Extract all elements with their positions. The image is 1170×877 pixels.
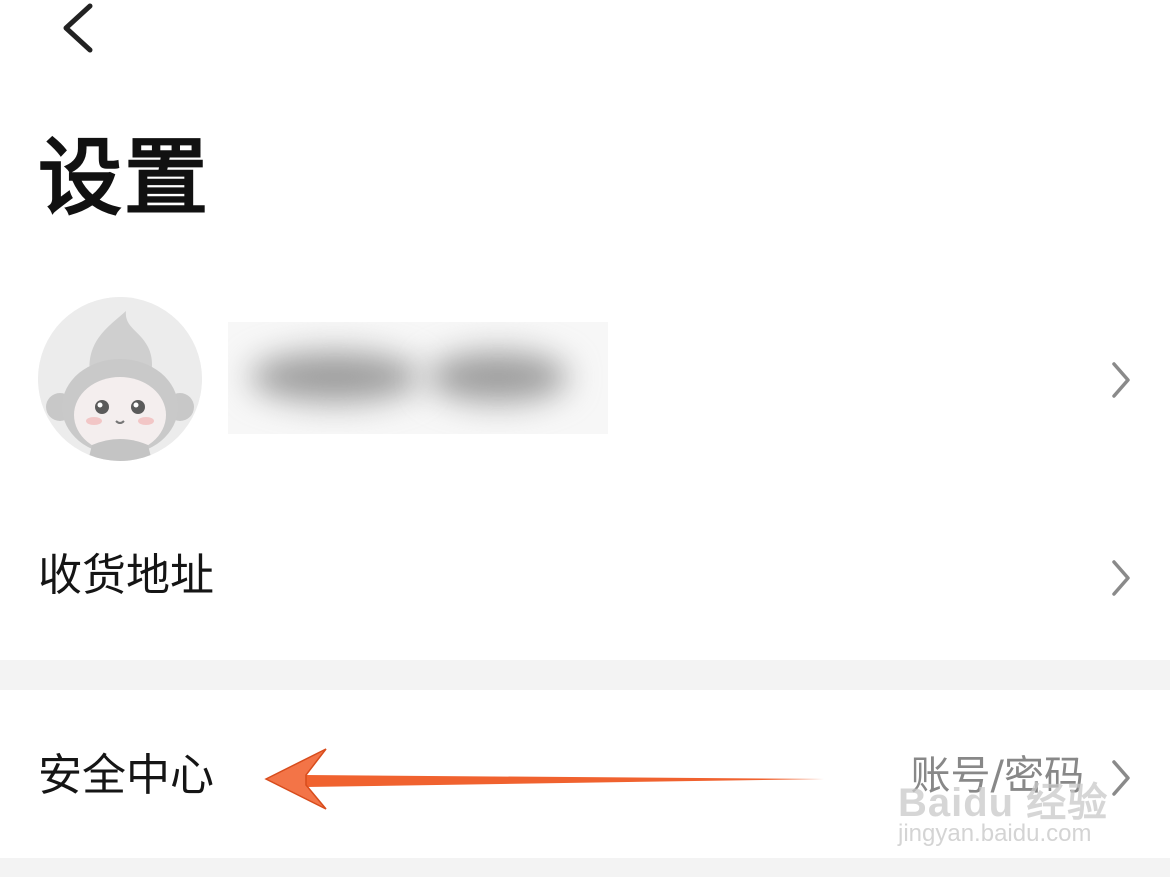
back-button[interactable] (52, 0, 112, 60)
chevron-left-icon (63, 3, 93, 53)
security-center-label: 安全中心 (38, 750, 214, 801)
address-row[interactable]: 收货地址 (0, 530, 1170, 630)
avatar[interactable] (38, 297, 202, 461)
page-title: 设置 (38, 129, 211, 227)
annotation-arrow-icon (264, 748, 824, 810)
monkey-mascot-icon (38, 297, 202, 461)
blurred-username (228, 322, 608, 434)
chevron-right-icon (1112, 560, 1130, 596)
watermark: Baidu 经验 jingyan.baidu.com (898, 770, 1118, 860)
watermark-url: jingyan.baidu.com (898, 820, 1092, 847)
profile-row[interactable] (0, 280, 1170, 480)
section-divider (0, 660, 1170, 690)
chevron-right-icon (1112, 362, 1130, 398)
section-divider-bottom (0, 858, 1170, 877)
address-label: 收货地址 (38, 550, 214, 601)
